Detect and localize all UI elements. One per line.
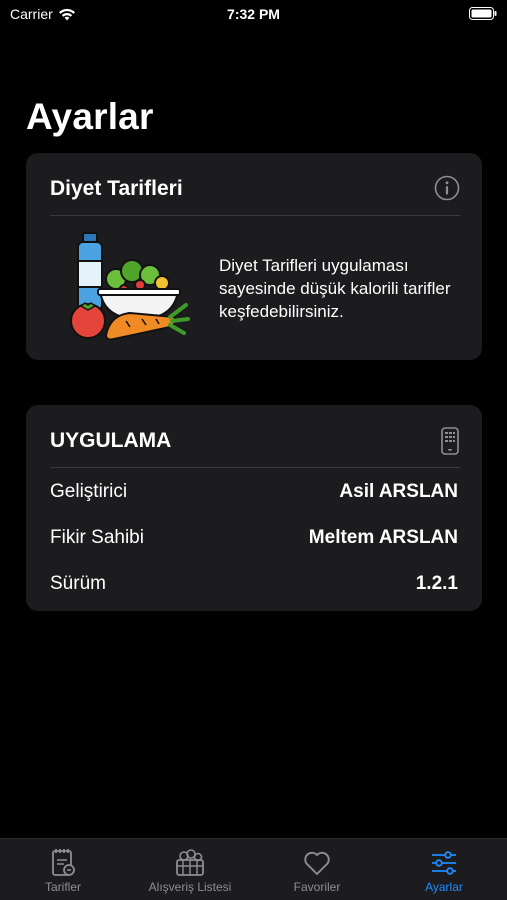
recipe-book-icon — [52, 849, 75, 876]
status-bar: Carrier 7:32 PM — [0, 0, 507, 28]
settings-screen: Carrier 7:32 PM Ayarlar Diyet Tarifleri — [0, 0, 507, 900]
row-value: 1.2.1 — [415, 573, 458, 594]
row-value: Meltem ARSLAN — [308, 527, 458, 548]
diet-info-card: Diyet Tarifleri Diyet Tarifleri uygulama… — [26, 153, 482, 360]
card-title: UYGULAMA — [50, 429, 172, 452]
tab-bar: Tarifler Alışveriş Listesi Favoriler Aya… — [0, 838, 507, 900]
tab-favorites[interactable]: Favoriler — [254, 839, 380, 900]
sliders-icon — [432, 851, 456, 875]
tab-label: Tarifler — [44, 880, 81, 894]
row-label: Geliştirici — [50, 481, 128, 502]
status-time: 7:32 PM — [227, 6, 280, 22]
tab-settings[interactable]: Ayarlar — [381, 839, 507, 900]
diet-food-illustration — [66, 231, 190, 348]
page-title: Ayarlar — [26, 96, 154, 137]
card-header: Diyet Tarifleri — [50, 173, 460, 216]
info-icon[interactable] — [434, 175, 460, 206]
battery-icon — [469, 7, 497, 23]
row-label: Fikir Sahibi — [50, 527, 144, 548]
card-header: UYGULAMA — [50, 425, 460, 468]
tab-label: Favoriler — [293, 880, 341, 894]
row-label: Sürüm — [50, 573, 106, 594]
app-info-card: UYGULAMA Geliştirici Asil ARSLAN Fikir S… — [26, 405, 482, 611]
developer-row: Geliştirici Asil ARSLAN — [50, 481, 458, 507]
tab-label: Alışveriş Listesi — [148, 880, 232, 894]
tab-recipes[interactable]: Tarifler — [0, 839, 126, 900]
phone-icon — [440, 427, 460, 460]
tab-shopping-list[interactable]: Alışveriş Listesi — [127, 839, 253, 900]
version-row: Sürüm 1.2.1 — [50, 573, 458, 599]
idea-owner-row: Fikir Sahibi Meltem ARSLAN — [50, 527, 458, 553]
tab-label: Ayarlar — [425, 880, 463, 894]
row-value: Asil ARSLAN — [339, 481, 458, 502]
diet-description: Diyet Tarifleri uygulaması sayesinde düş… — [219, 256, 451, 321]
card-title: Diyet Tarifleri — [50, 177, 183, 200]
grocery-basket-icon — [176, 849, 204, 876]
heart-icon — [304, 851, 330, 875]
